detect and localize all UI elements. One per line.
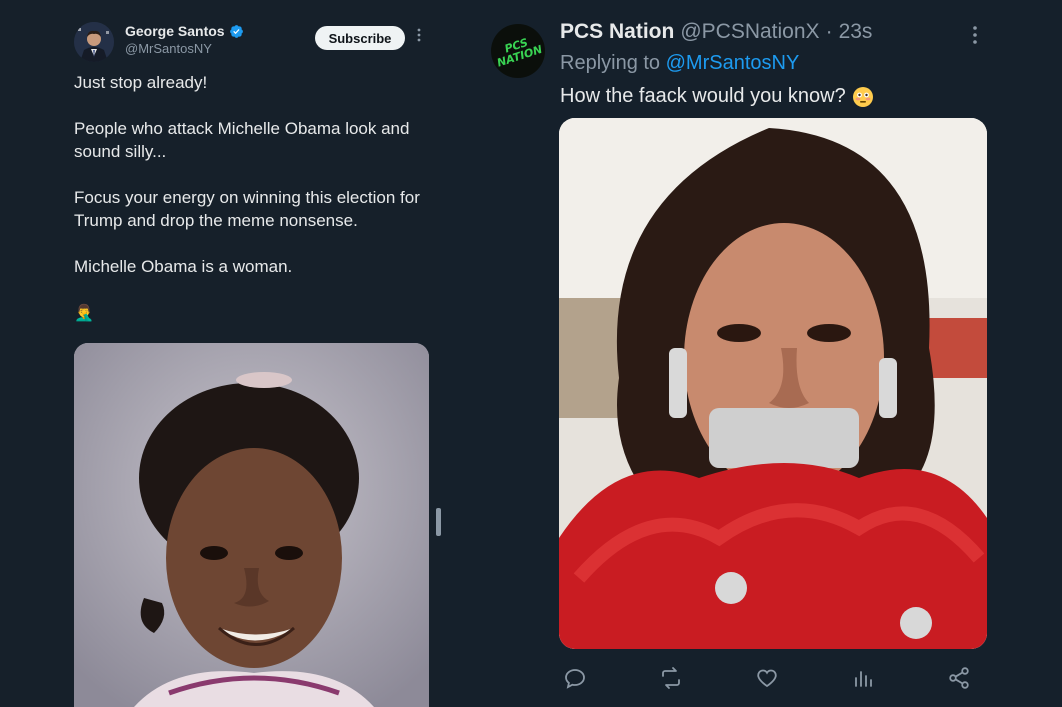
subscribe-button[interactable]: Subscribe — [315, 26, 405, 50]
action-bar — [560, 663, 980, 693]
reply-icon[interactable] — [560, 663, 590, 693]
author-avatar[interactable] — [74, 22, 114, 62]
verified-badge-icon — [229, 24, 243, 38]
reply-text-content: How the faack would you know? — [560, 85, 846, 107]
pcs-nation-avatar[interactable]: PCS NATION — [491, 24, 545, 78]
avatar-logo-text: PCS NATION — [495, 35, 544, 70]
post-paragraph: Focus your energy on winning this electi… — [74, 188, 420, 230]
separator-dot: · — [825, 20, 833, 43]
replying-to: Replying to @MrSantosNY — [560, 52, 799, 75]
reply-post: PCS NATION PCS Nation @PCSNationX · 23s … — [443, 0, 1062, 707]
author-name[interactable]: PCS Nation — [560, 20, 674, 44]
timestamp[interactable]: 23s — [839, 20, 873, 44]
post-paragraph: People who attack Michelle Obama look an… — [74, 119, 410, 161]
facepalm-emoji: 🤦‍♂️ — [74, 305, 94, 322]
post-text: Just stop already! People who attack Mic… — [74, 71, 434, 301]
reply-photo[interactable] — [559, 118, 987, 649]
author-name[interactable]: George Santos — [125, 23, 244, 39]
more-vertical-icon[interactable] — [970, 26, 980, 44]
reply-header: PCS Nation @PCSNationX · 23s — [560, 20, 872, 44]
replying-to-link[interactable]: @MrSantosNY — [666, 52, 800, 74]
reply-text: How the faack would you know? — [560, 85, 874, 108]
post-paragraph: Just stop already! — [74, 73, 208, 92]
flushed-face-emoji-icon — [852, 86, 873, 107]
author-handle[interactable]: @MrSantosNY — [125, 41, 212, 56]
views-icon[interactable] — [848, 663, 878, 693]
post-paragraph: Michelle Obama is a woman. — [74, 257, 293, 276]
more-vertical-icon[interactable] — [414, 28, 424, 42]
author-name-text[interactable]: George Santos — [125, 23, 225, 39]
left-post: George Santos @MrSantosNY Subscribe Just… — [0, 0, 441, 707]
like-icon[interactable] — [752, 663, 782, 693]
post-photo[interactable] — [74, 343, 429, 707]
replying-prefix: Replying to — [560, 52, 661, 74]
scrollbar-handle[interactable] — [436, 508, 441, 536]
repost-icon[interactable] — [656, 663, 686, 693]
share-icon[interactable] — [944, 663, 974, 693]
author-handle[interactable]: @PCSNationX — [680, 20, 819, 44]
